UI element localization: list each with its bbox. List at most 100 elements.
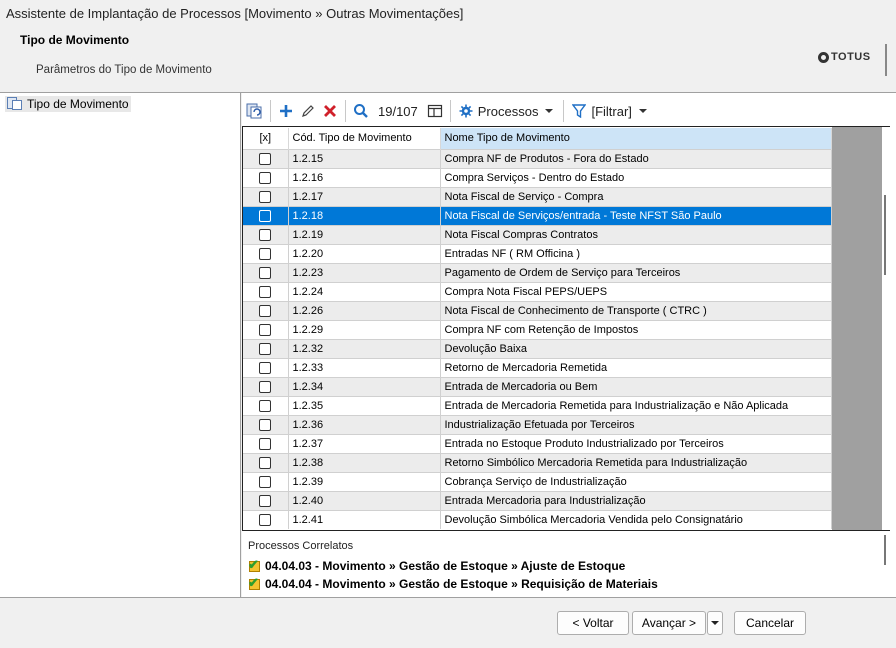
row-select-cell (243, 471, 289, 491)
row-checkbox[interactable] (259, 437, 272, 450)
row-select-cell (243, 395, 289, 415)
search-button[interactable] (350, 98, 372, 124)
table-row[interactable]: 1.2.32 Devolução Baixa (243, 338, 832, 358)
row-select-cell (243, 243, 289, 263)
gear-icon (459, 104, 473, 118)
page-title: Tipo de Movimento (20, 33, 130, 47)
row-checkbox[interactable] (259, 342, 272, 355)
row-checkbox[interactable] (259, 323, 272, 336)
filtrar-dropdown[interactable]: [Filtrar] (568, 98, 652, 124)
nome-cell: Devolução Baixa (440, 338, 832, 358)
back-button[interactable]: < Voltar (557, 611, 629, 635)
refresh-button[interactable] (242, 98, 266, 124)
row-checkbox[interactable] (259, 304, 272, 317)
table-row[interactable]: 1.2.18 Nota Fiscal de Serviços/entrada - … (243, 205, 832, 225)
table-row[interactable]: 1.2.17 Nota Fiscal de Serviço - Compra (243, 186, 832, 206)
table-row[interactable]: 1.2.23 Pagamento de Ordem de Serviço para… (243, 262, 832, 282)
codigo-cell: 1.2.41 (288, 509, 441, 529)
row-checkbox[interactable] (259, 361, 272, 374)
process-link-requisicao[interactable]: ✔ 04.04.04 - Movimento » Gestão de Estoq… (248, 575, 658, 591)
codigo-cell: 1.2.36 (288, 414, 441, 434)
processos-dropdown[interactable]: Processos (455, 98, 560, 124)
row-checkbox[interactable] (259, 190, 272, 203)
row-checkbox[interactable] (259, 513, 272, 526)
row-checkbox[interactable] (259, 209, 272, 222)
table-row[interactable]: 1.2.40 Entrada Mercadoria para Industrial… (243, 490, 832, 510)
row-checkbox[interactable] (259, 380, 272, 393)
nome-cell: Devolução Simbólica Mercadoria Vendida p… (440, 509, 832, 529)
row-checkbox[interactable] (259, 171, 272, 184)
nome-cell: Compra Nota Fiscal PEPS/UEPS (440, 281, 832, 301)
row-checkbox[interactable] (259, 494, 272, 507)
back-button-label: < Voltar (572, 616, 614, 630)
codigo-cell: 1.2.18 (288, 205, 441, 225)
tree-item-tipo-de-movimento[interactable]: Tipo de Movimento (5, 96, 131, 112)
table-row[interactable]: 1.2.37 Entrada no Estoque Produto Industr… (243, 433, 832, 453)
table-row[interactable]: 1.2.15 Compra NF de Produtos - Fora do Es… (243, 148, 832, 168)
add-button[interactable] (275, 98, 297, 124)
nome-cell: Entrada de Mercadoria ou Bem (440, 376, 832, 396)
row-checkbox[interactable] (259, 228, 272, 241)
table-row[interactable]: 1.2.19 Nota Fiscal Compras Contratos (243, 224, 832, 244)
toolbar-separator (270, 100, 271, 122)
row-checkbox[interactable] (259, 152, 272, 165)
row-checkbox[interactable] (259, 285, 272, 298)
table-row[interactable]: 1.2.16 Compra Serviços - Dentro do Estado (243, 167, 832, 187)
codigo-cell: 1.2.26 (288, 300, 441, 320)
process-check-icon: ✔ (248, 575, 260, 590)
movement-table: [x] Cód. Tipo de Movimento Nome Tipo de … (243, 128, 832, 529)
row-checkbox[interactable] (259, 418, 272, 431)
column-header-codigo[interactable]: Cód. Tipo de Movimento (288, 128, 441, 149)
table-row[interactable]: 1.2.20 Entradas NF ( RM Officina ) (243, 243, 832, 263)
table-row[interactable]: 1.2.29 Compra NF com Retenção de Impostos (243, 319, 832, 339)
row-checkbox[interactable] (259, 247, 272, 260)
table-row[interactable]: 1.2.35 Entrada de Mercadoria Remetida par… (243, 395, 832, 415)
pencil-icon (302, 105, 314, 117)
table-row[interactable]: 1.2.38 Retorno Simbólico Mercadoria Remet… (243, 452, 832, 472)
process-link-label: 04.04.03 - Movimento » Gestão de Estoque… (265, 559, 626, 573)
grid-empty-area (832, 127, 882, 530)
table-row[interactable]: 1.2.36 Industrialização Efetuada por Terc… (243, 414, 832, 434)
chevron-down-icon (638, 109, 647, 113)
grid-scrollbar-thumb[interactable] (884, 195, 886, 275)
table-row[interactable]: 1.2.24 Compra Nota Fiscal PEPS/UEPS (243, 281, 832, 301)
table-row[interactable]: 1.2.26 Nota Fiscal de Conhecimento de Tra… (243, 300, 832, 320)
table-row[interactable]: 1.2.34 Entrada de Mercadoria ou Bem (243, 376, 832, 396)
plus-icon (280, 105, 292, 117)
form-view-button[interactable] (424, 98, 446, 124)
column-header-nome[interactable]: Nome Tipo de Movimento (440, 128, 832, 149)
column-header-select[interactable]: [x] (243, 128, 289, 149)
row-select-cell (243, 509, 289, 529)
next-options-button[interactable] (707, 611, 723, 635)
processos-scrollbar[interactable] (884, 535, 886, 565)
cancel-button-label: Cancelar (745, 616, 795, 630)
row-checkbox[interactable] (259, 475, 272, 488)
process-link-ajuste[interactable]: ✔ 04.04.03 - Movimento » Gestão de Estoq… (248, 557, 626, 573)
codigo-cell: 1.2.32 (288, 338, 441, 358)
totus-logo: TOTUS (818, 51, 871, 63)
logo-mark-icon (818, 51, 829, 63)
row-select-cell (243, 376, 289, 396)
nome-cell: Pagamento de Ordem de Serviço para Terce… (440, 262, 832, 282)
grid-scrollbar[interactable] (882, 127, 890, 530)
table-row[interactable]: 1.2.39 Cobrança Serviço de Industrializaç… (243, 471, 832, 491)
delete-button[interactable] (319, 98, 341, 124)
table-row[interactable]: 1.2.33 Retorno de Mercadoria Remetida (243, 357, 832, 377)
row-checkbox[interactable] (259, 266, 272, 279)
window-title: Assistente de Implantação de Processos [… (6, 6, 464, 21)
grid-toolbar: 19/107 Processos [Filtrar] (242, 97, 653, 125)
row-checkbox[interactable] (259, 456, 272, 469)
codigo-cell: 1.2.15 (288, 148, 441, 168)
codigo-cell: 1.2.38 (288, 452, 441, 472)
cancel-button[interactable]: Cancelar (734, 611, 806, 635)
table-row[interactable]: 1.2.41 Devolução Simbólica Mercadoria Ven… (243, 509, 832, 529)
next-button[interactable]: Avançar > (632, 611, 706, 635)
codigo-cell: 1.2.29 (288, 319, 441, 339)
toolbar-separator (449, 100, 451, 122)
edit-button[interactable] (297, 98, 319, 124)
row-select-cell (243, 452, 289, 472)
row-checkbox[interactable] (259, 399, 272, 412)
codigo-cell: 1.2.17 (288, 186, 441, 206)
header-scrollbar[interactable] (885, 44, 887, 76)
footer-divider (0, 597, 896, 598)
